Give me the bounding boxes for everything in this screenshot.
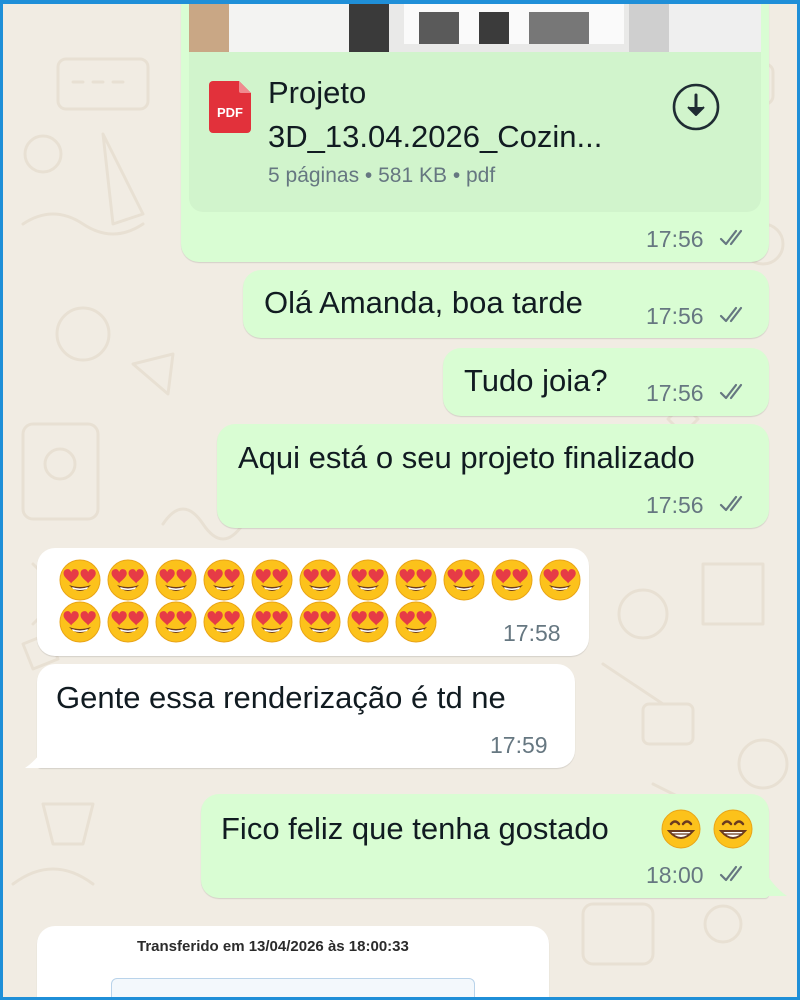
heart-eyes-emoji: [491, 559, 533, 601]
bubble-tail: [765, 872, 787, 896]
message-text: Aqui está o seu projeto finalizado: [238, 440, 695, 475]
message-timestamp: 17:56: [646, 303, 704, 329]
document-file-meta: 5 páginas • 581 KB • pdf: [268, 164, 496, 187]
heart-eyes-emoji: [59, 601, 101, 643]
heart-eyes-emoji: [155, 559, 197, 601]
message-text: Gente essa renderização é td ne: [56, 680, 506, 715]
heart-eyes-emoji: [251, 601, 293, 643]
heart-eyes-emoji: [203, 601, 245, 643]
message-timestamp: 17:59: [490, 732, 548, 758]
trailing-emojis: [659, 807, 755, 851]
pdf-file-icon: PDF: [209, 81, 251, 133]
message-text: Tudo joia?: [464, 363, 608, 398]
pdf-badge-label: PDF: [217, 105, 243, 120]
heart-eyes-emoji: [443, 559, 485, 601]
heart-eyes-emoji: [203, 559, 245, 601]
read-receipt-icon: [719, 865, 743, 882]
message-timestamp: 17:56: [646, 226, 704, 252]
transfer-receipt-text: Transferido em 13/04/2026 às 18:00:33: [137, 938, 409, 955]
document-file-name-line2: 3D_13.04.2026_Cozin...: [268, 119, 603, 154]
read-receipt-icon: [719, 306, 743, 323]
grinning-emoji: [661, 809, 701, 849]
message-timestamp: 18:00: [646, 862, 704, 888]
heart-eyes-emoji: [107, 559, 149, 601]
heart-eyes-emoji: [251, 559, 293, 601]
heart-eyes-emoji: [299, 559, 341, 601]
heart-eyes-emoji: [59, 559, 101, 601]
heart-eyes-emoji: [395, 559, 437, 601]
receipt-inner-box: [111, 978, 475, 997]
message-timestamp: 17:56: [646, 492, 704, 518]
heart-eyes-emoji: [539, 559, 581, 601]
heart-eyes-emoji: [347, 559, 389, 601]
grinning-emoji: [713, 809, 753, 849]
emoji-row: [58, 600, 438, 644]
message-text: Olá Amanda, boa tarde: [264, 285, 583, 320]
read-receipt-icon: [719, 229, 743, 246]
heart-eyes-emoji: [107, 601, 149, 643]
read-receipt-icon: [719, 383, 743, 400]
message-text: Fico feliz que tenha gostado: [221, 811, 609, 846]
document-file-name-line1: Projeto: [268, 75, 367, 110]
heart-eyes-emoji: [299, 601, 341, 643]
download-icon[interactable]: [671, 82, 721, 132]
heart-eyes-emoji: [395, 601, 437, 643]
heart-eyes-emoji: [155, 601, 197, 643]
message-timestamp: 17:58: [503, 620, 561, 646]
emoji-row: [58, 558, 582, 602]
heart-eyes-emoji: [347, 601, 389, 643]
bubble-tail: [25, 744, 47, 768]
message-timestamp: 17:56: [646, 380, 704, 406]
read-receipt-icon: [719, 495, 743, 512]
chat-view: PDF Projeto 3D_13.04.2026_Cozin... 5 pág…: [0, 0, 800, 1000]
document-preview-image[interactable]: [189, 4, 761, 52]
